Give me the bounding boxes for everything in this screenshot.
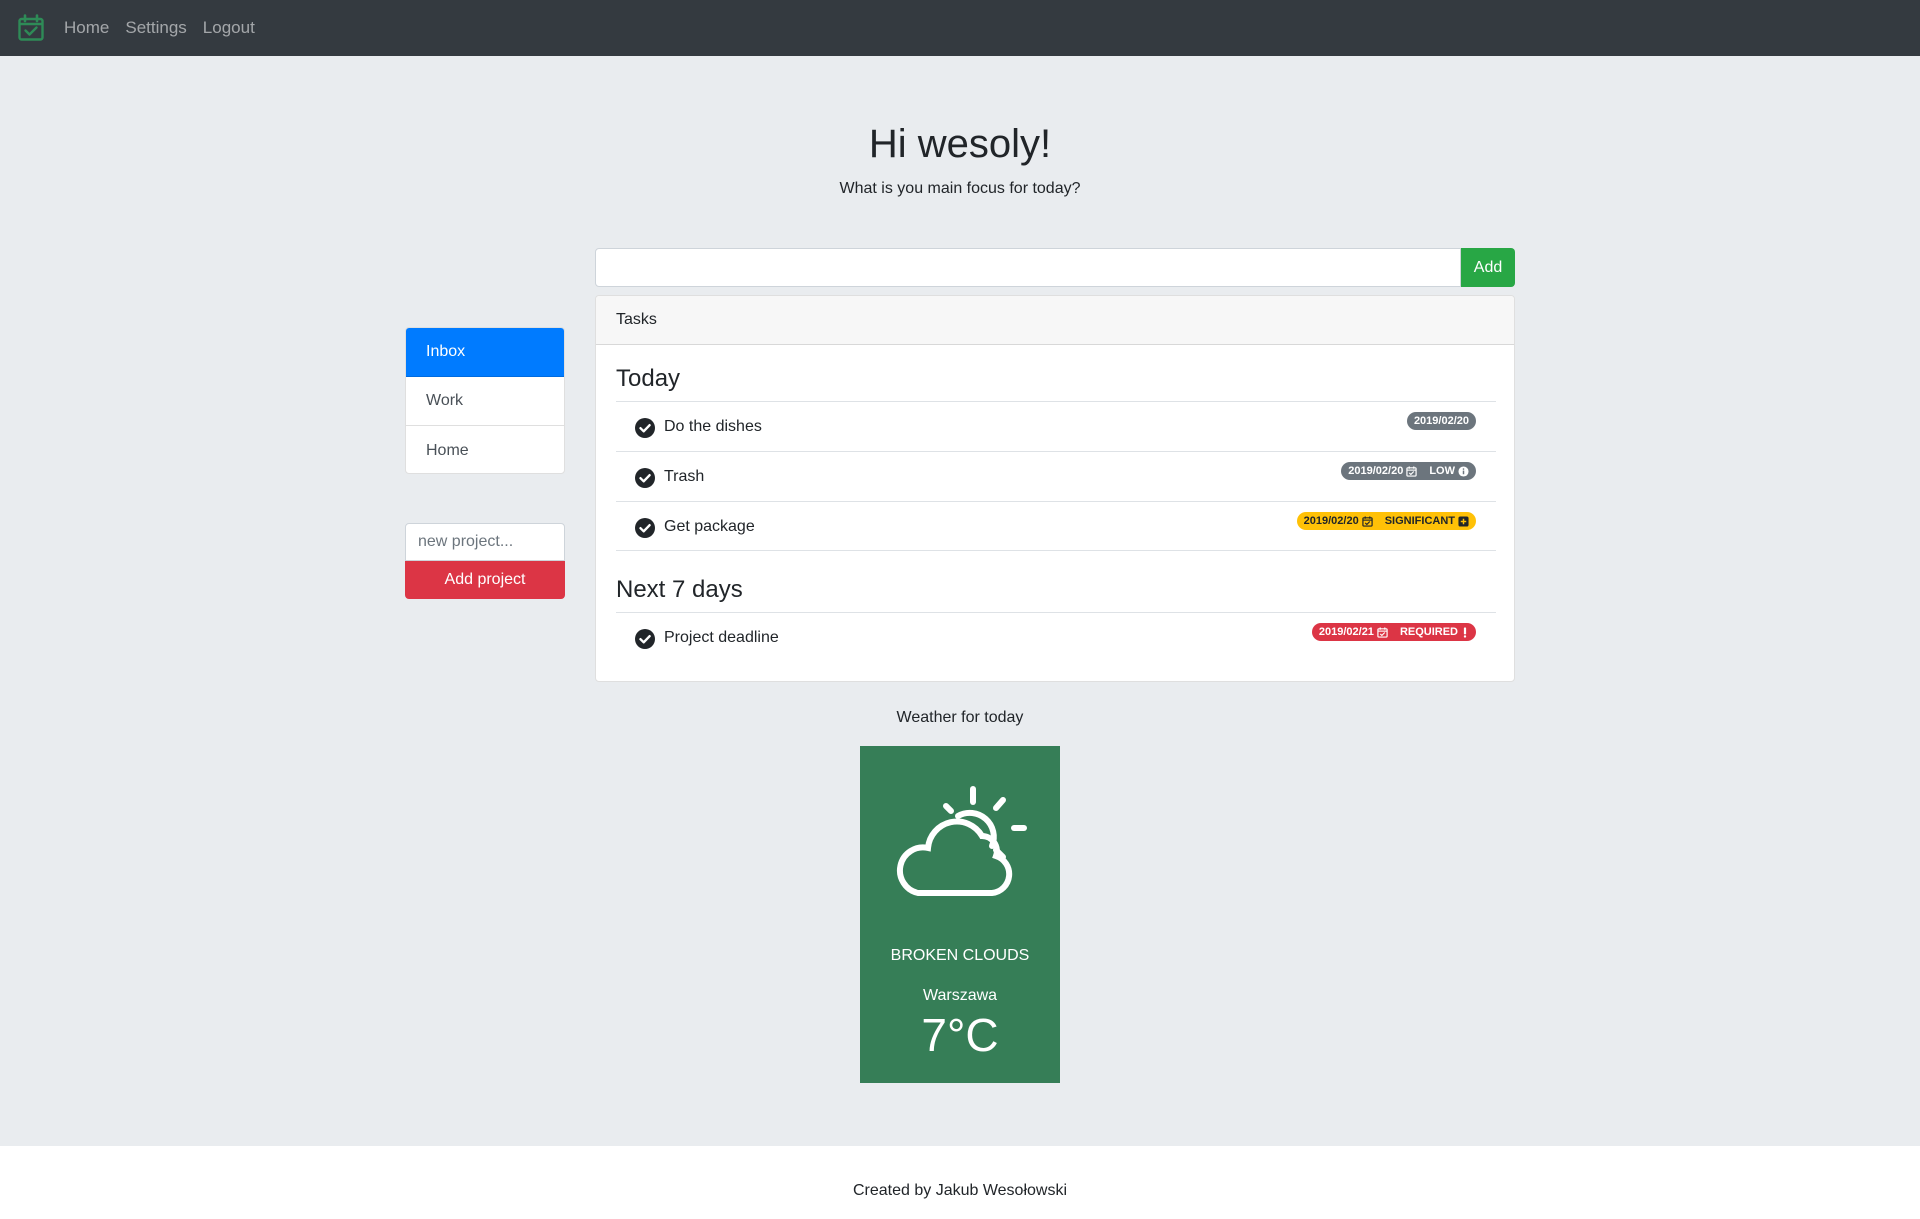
task-row: Get package 2019/02/20 SIGNIFICANT xyxy=(616,501,1496,551)
add-task-button[interactable]: Add xyxy=(1461,248,1515,287)
task-title: Trash xyxy=(664,468,705,485)
footer: Created by Jakub Wesołowski xyxy=(0,1146,1920,1219)
date-badge: 2019/02/21 REQUIRED xyxy=(1311,623,1476,641)
calendar-check-icon xyxy=(1377,626,1388,638)
calendar-check-icon xyxy=(1406,465,1418,477)
task-badges: 2019/02/20 xyxy=(1406,412,1476,430)
task-badges: 2019/02/20 SIGNIFICANT xyxy=(1296,512,1476,530)
task-title: Get package xyxy=(664,518,755,535)
new-task-input[interactable] xyxy=(595,248,1461,287)
date-text: 2019/02/21 xyxy=(1318,626,1374,638)
date-text: 2019/02/20 xyxy=(1348,465,1404,477)
project-item-home[interactable]: Home xyxy=(406,426,564,473)
task-badges: 2019/02/20 LOW xyxy=(1341,462,1476,480)
new-project-input[interactable] xyxy=(405,523,565,561)
weather-temperature: 7°C xyxy=(921,1009,999,1061)
nav-logout[interactable]: Logout xyxy=(203,18,255,38)
priority-text: LOW xyxy=(1429,465,1455,477)
task-title: Project deadline xyxy=(664,629,779,646)
calendar-check-icon[interactable] xyxy=(14,11,48,45)
weather-description: BROKEN CLOUDS xyxy=(890,947,1030,964)
project-list: Inbox Work Home xyxy=(405,327,565,474)
footer-credit: Created by Jakub Wesołowski xyxy=(852,1182,1068,1199)
add-project-button[interactable]: Add project xyxy=(405,561,565,599)
priority-text: REQUIRED xyxy=(1399,626,1458,638)
nav-settings[interactable]: Settings xyxy=(125,18,186,38)
check-circle-icon[interactable] xyxy=(635,418,655,438)
project-item-inbox[interactable]: Inbox xyxy=(406,328,564,377)
nav-links: Home Settings Logout xyxy=(64,18,271,38)
partly-cloudy-icon xyxy=(896,786,1027,896)
check-circle-icon[interactable] xyxy=(635,629,655,649)
task-title: Do the dishes xyxy=(664,418,762,435)
check-circle-icon[interactable] xyxy=(635,468,655,488)
tasks-card-header: Tasks xyxy=(596,296,1514,345)
date-badge: 2019/02/20 SIGNIFICANT xyxy=(1296,512,1476,530)
check-circle-icon[interactable] xyxy=(635,518,655,538)
task-row: Trash 2019/02/20 LOW xyxy=(616,451,1496,501)
priority-text: SIGNIFICANT xyxy=(1384,515,1455,527)
project-item-work[interactable]: Work xyxy=(406,377,564,426)
task-row: Project deadline 2019/02/21 REQUIRED xyxy=(616,612,1496,668)
weather-label: Weather for today xyxy=(896,709,1024,726)
date-text: 2019/02/20 xyxy=(1413,415,1469,427)
tasks-card: Tasks Today Do the dishes 2019/02/20 Tra… xyxy=(595,295,1515,682)
exclamation-icon xyxy=(1463,626,1467,638)
date-badge: 2019/02/20 LOW xyxy=(1341,462,1476,480)
calendar-check-icon xyxy=(1362,515,1373,527)
weather-widget: BROKEN CLOUDS Warszawa 7°C xyxy=(860,746,1060,1083)
page-subtitle: What is you main focus for today? xyxy=(839,180,1081,197)
date-text: 2019/02/20 xyxy=(1303,515,1359,527)
weather-city: Warszawa xyxy=(922,987,998,1004)
task-row: Do the dishes 2019/02/20 xyxy=(616,401,1496,451)
page-title: Hi wesoly! xyxy=(868,122,1052,166)
section-title-today: Today xyxy=(616,365,681,392)
task-badges: 2019/02/21 REQUIRED xyxy=(1311,623,1476,641)
nav-home[interactable]: Home xyxy=(64,18,109,38)
info-circle-icon xyxy=(1458,465,1469,477)
date-badge: 2019/02/20 xyxy=(1406,412,1476,430)
plus-square-icon xyxy=(1458,515,1469,527)
navbar: Home Settings Logout xyxy=(0,0,1920,56)
section-title-next-7-days: Next 7 days xyxy=(616,576,743,603)
